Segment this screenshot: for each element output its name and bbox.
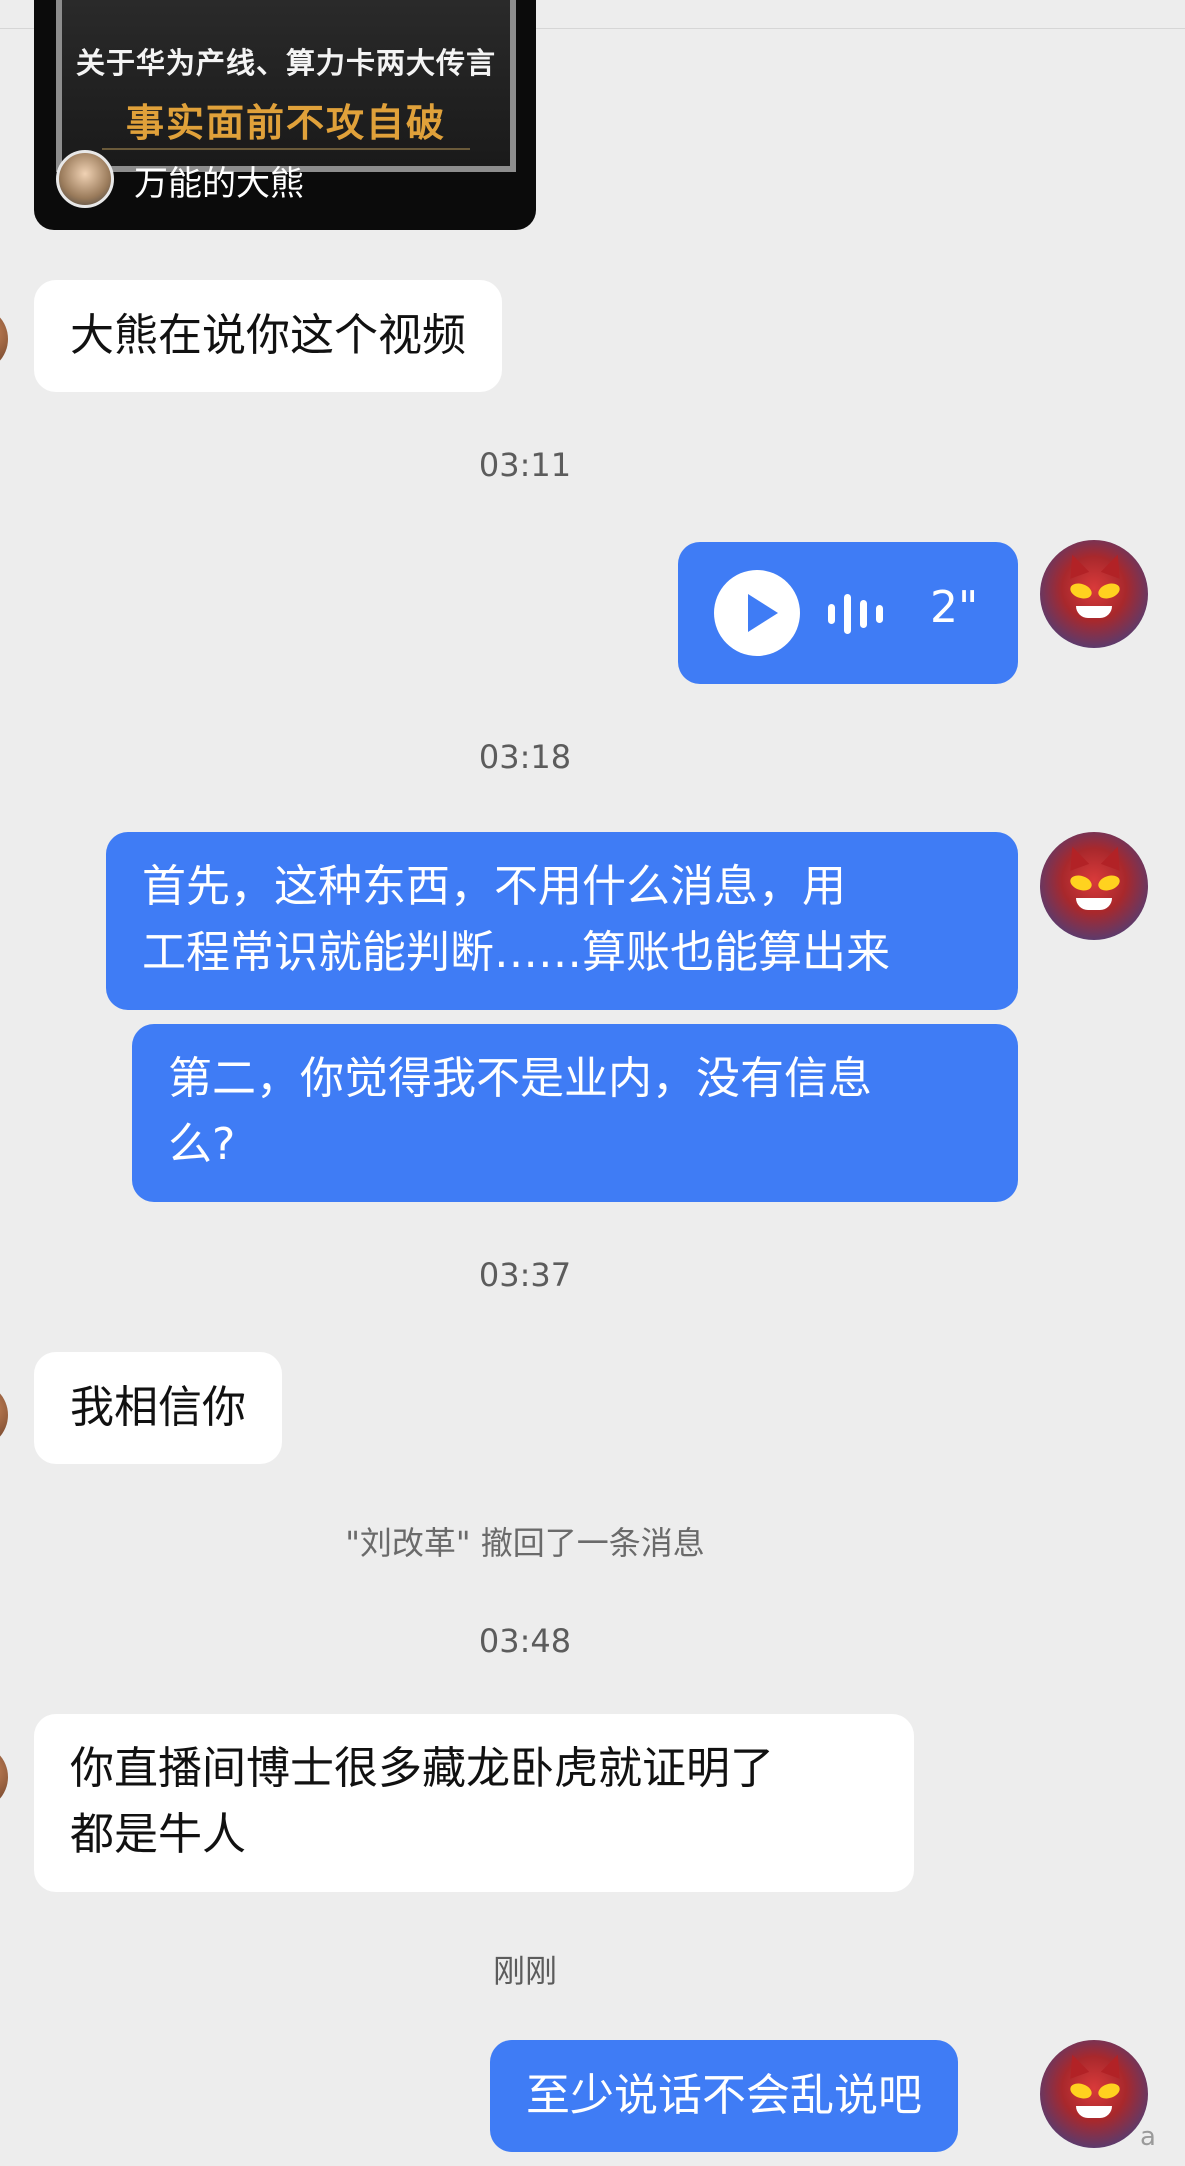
message-text: 我相信你 [70,1382,246,1433]
outgoing-message[interactable]: 第二，你觉得我不是业内，没有信息 么? [132,1024,1018,1202]
message-line: 都是牛人 [70,1809,246,1860]
my-avatar[interactable] [1040,832,1148,940]
message-line: 工程常识就能判断……算账也能算出来 [142,927,890,978]
voice-message[interactable]: 2" [678,542,1018,684]
message-line: 么? [168,1119,236,1170]
contact-avatar[interactable] [0,1744,8,1810]
contact-avatar[interactable] [0,1382,8,1448]
outgoing-message[interactable]: 至少说话不会乱说吧 [490,2040,958,2152]
outgoing-message[interactable]: 首先，这种东西，不用什么消息，用 工程常识就能判断……算账也能算出来 [106,832,1018,1010]
play-icon[interactable] [714,570,800,656]
voice-duration: 2" [930,582,979,633]
timestamp: 03:11 [478,446,572,484]
video-thumbnail: 关于华为产线、算力卡两大传言 事实面前不攻自破 [56,0,516,172]
timestamp: 刚刚 [492,1952,557,1990]
message-text: 至少说话不会乱说吧 [526,2070,922,2121]
timestamp: 03:37 [478,1256,572,1294]
watermark: a [1140,2122,1156,2152]
my-avatar[interactable] [1040,2040,1148,2148]
waveform-icon [828,594,898,634]
video-title-line1: 关于华为产线、算力卡两大传言 [75,46,496,80]
message-line: 首先，这种东西，不用什么消息，用 [142,861,846,912]
video-author-name: 万能的大熊 [134,164,304,204]
timestamp: 03:48 [478,1622,572,1660]
incoming-message[interactable]: 你直播间博士很多藏龙卧虎就证明了 都是牛人 [34,1714,914,1892]
video-title-line2: 事实面前不攻自破 [125,101,446,145]
incoming-message[interactable]: 我相信你 [34,1352,282,1464]
message-line: 第二，你觉得我不是业内，没有信息 [168,1053,872,1104]
video-author-avatar [56,150,114,208]
incoming-message[interactable]: 大熊在说你这个视频 [34,280,502,392]
video-card[interactable]: 关于华为产线、算力卡两大传言 事实面前不攻自破 万能的大熊 [34,0,536,230]
video-separator [102,148,470,150]
contact-avatar[interactable] [0,306,8,372]
timestamp: 03:18 [478,738,572,776]
recall-notice: "刘改革" 撤回了一条消息 [345,1524,705,1562]
message-text: 大熊在说你这个视频 [70,310,466,361]
my-avatar[interactable] [1040,540,1148,648]
message-line: 你直播间博士很多藏龙卧虎就证明了 [70,1743,774,1794]
